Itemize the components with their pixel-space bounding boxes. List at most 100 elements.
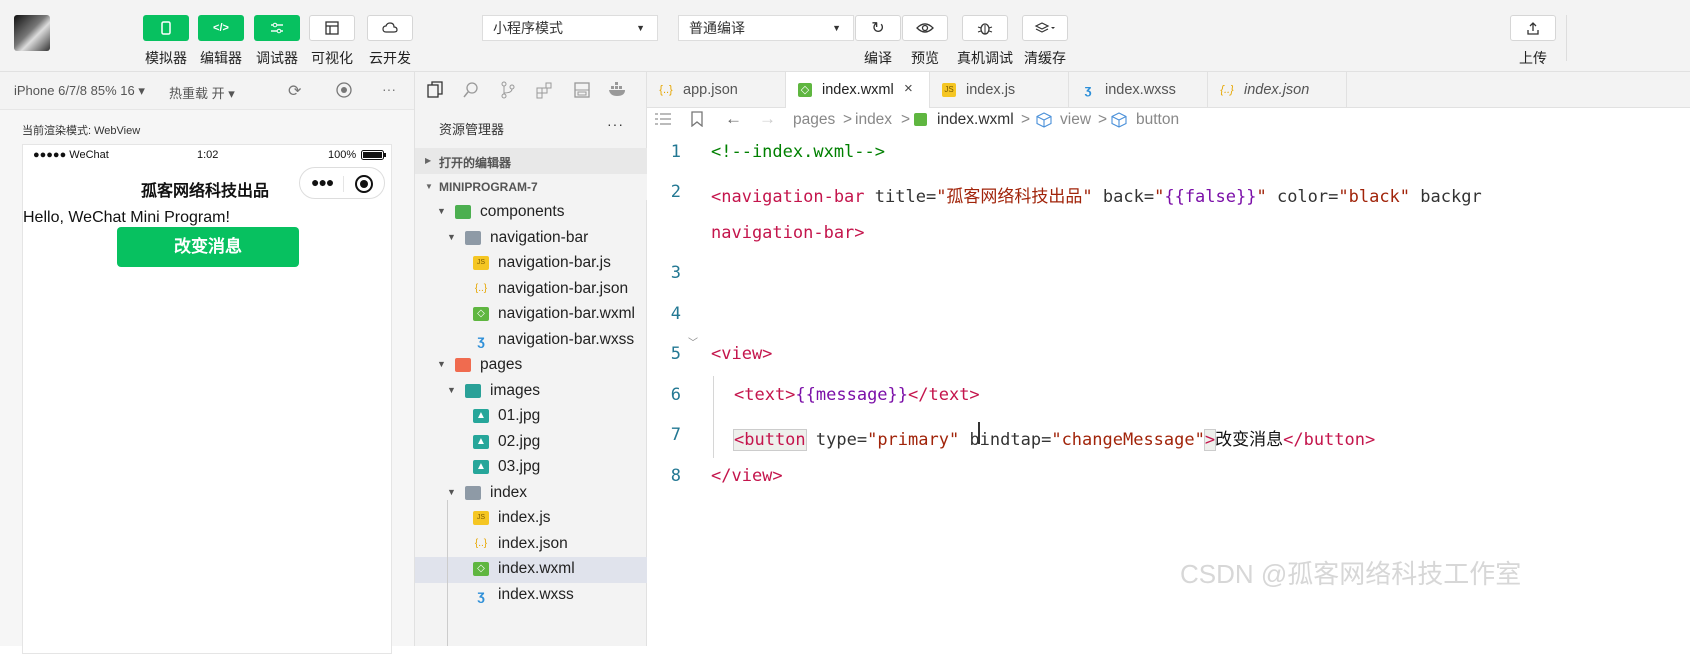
attr-token: type= <box>805 430 868 450</box>
phone-status-bar: ●●●●● WeChat 1:02 100% <box>23 145 393 165</box>
crumb-button[interactable]: button <box>1136 111 1179 129</box>
wechat-capsule[interactable]: ●●● <box>299 167 385 199</box>
explorer-panel: 资源管理器 ··· ▶ 打开的编辑器 ▼ MINIPROGRAM-7 ▼ comp… <box>414 72 648 646</box>
remote-debug-button[interactable]: 真机调试 <box>957 15 1013 68</box>
tab-index-js[interactable]: JS index.js <box>930 72 1069 108</box>
hot-reload-select[interactable]: 热重载 开 ▾ <box>169 83 235 102</box>
code-line-7: <button type="primary" bindtap="changeMe… <box>733 425 1375 451</box>
search-icon[interactable] <box>461 81 481 101</box>
chevron-down-icon[interactable]: ▼ <box>437 359 446 369</box>
user-avatar[interactable] <box>14 15 50 51</box>
tab-app-json[interactable]: {..} app.json <box>647 72 786 108</box>
cloud-icon <box>367 15 413 41</box>
layout-icon <box>309 15 355 41</box>
open-editors-label: 打开的编辑器 <box>439 156 512 170</box>
rotate-icon[interactable]: ⟳ <box>288 81 301 101</box>
phone-screen: ●●●●● WeChat 1:02 100% 孤客网络科技出品 ●●● Hell… <box>22 144 392 654</box>
folder-icon <box>455 358 471 372</box>
tree-file[interactable]: {..} navigation-bar.json <box>415 277 648 303</box>
chevron-down-icon[interactable]: ▼ <box>437 206 446 216</box>
code-icon: </> <box>198 15 244 41</box>
tree-item-label: index <box>490 483 528 501</box>
tree-file[interactable]: ▲ 03.jpg <box>415 455 648 481</box>
upload-button[interactable]: 上传 <box>1509 15 1557 68</box>
tab-index-json[interactable]: {..} index.json <box>1208 72 1347 108</box>
tree-item-label: navigation-bar.js <box>498 254 611 271</box>
nav-bar-title: 孤客网络科技出品 <box>141 183 270 200</box>
chevron-down-icon[interactable]: ▼ <box>447 487 456 497</box>
tag-token: > <box>1203 429 1217 451</box>
tree-file[interactable]: {..} index.json <box>415 532 648 558</box>
tree-folder[interactable]: ▼ components <box>415 200 648 226</box>
simulator-more-button[interactable]: ··· <box>382 81 396 97</box>
list-icon[interactable] <box>655 112 671 131</box>
debugger-toggle-button[interactable]: 调试器 <box>253 15 301 68</box>
editor-tabs: {..} app.json ◇ index.wxml × JS index.js… <box>647 72 1690 108</box>
tree-item-label: navigation-bar <box>490 228 589 246</box>
folder-icon <box>465 383 481 398</box>
close-tab-icon[interactable]: × <box>904 80 913 97</box>
code-line-8: </view> <box>711 466 783 486</box>
tree-file[interactable]: ʒ index.wxss <box>415 583 648 609</box>
forward-arrow-icon[interactable]: → <box>759 109 776 129</box>
signal-text: ●●●●● WeChat <box>33 149 109 161</box>
tree-file[interactable]: ʒ navigation-bar.wxss <box>415 328 648 354</box>
crumb-file[interactable]: index.wxml <box>937 111 1014 129</box>
more-dots-icon[interactable]: ●●● <box>311 174 334 190</box>
crumb-sep: > <box>1098 111 1108 128</box>
tag-token: <button <box>733 429 807 451</box>
crumb-view[interactable]: view <box>1060 111 1091 129</box>
tree-folder[interactable]: ▼ index <box>415 481 648 507</box>
tab-index-wxml[interactable]: ◇ index.wxml × <box>786 72 930 108</box>
tab-index-wxss[interactable]: ʒ index.wxss <box>1069 72 1208 108</box>
attr-token: bindtap= <box>959 430 1052 450</box>
chevron-down-icon[interactable]: ▼ <box>447 385 456 395</box>
tree-file[interactable]: ▲ 01.jpg <box>415 404 648 430</box>
change-message-button[interactable]: 改变消息 <box>117 227 299 267</box>
device-select[interactable]: iPhone 6/7/8 85% 16 ▾ <box>14 83 145 99</box>
storage-icon[interactable] <box>572 81 592 101</box>
code-line-2: <navigation-bar title="孤客网络科技出品" back="{… <box>711 182 1482 207</box>
docker-icon[interactable] <box>608 81 628 101</box>
tree-folder[interactable]: ▼ pages <box>415 353 648 379</box>
fold-chevron-icon[interactable]: ﹀ <box>688 334 698 349</box>
tree-file[interactable]: ◇ index.wxml <box>415 557 648 583</box>
visual-toggle-button[interactable]: 可视化 <box>308 15 356 68</box>
back-arrow-icon[interactable]: ← <box>725 109 742 129</box>
code-line-6: <text>{{message}}</text> <box>734 385 980 405</box>
image-file-icon: ▲ <box>473 434 489 449</box>
editor-toggle-button[interactable]: </> 编辑器 <box>197 15 245 68</box>
crumb-pages[interactable]: pages <box>793 111 835 129</box>
chevron-down-icon[interactable]: ▼ <box>447 232 456 242</box>
line-number: 6 <box>670 385 681 405</box>
tree-folder[interactable]: ▼ navigation-bar <box>415 226 648 252</box>
tree-file[interactable]: ▲ 02.jpg <box>415 430 648 456</box>
tree-folder[interactable]: ▼ images <box>415 379 648 405</box>
mode-select[interactable]: 小程序模式 ▼ <box>482 15 658 41</box>
tree-file[interactable]: JS navigation-bar.js <box>415 251 648 277</box>
project-label: MINIPROGRAM-7 <box>439 180 538 194</box>
files-icon[interactable] <box>425 81 445 101</box>
cloud-dev-button[interactable]: 云开发 <box>366 15 414 68</box>
preview-button[interactable]: 预览 <box>901 15 949 68</box>
image-file-icon: ▲ <box>473 460 489 474</box>
text-token: 改变消息 <box>1215 430 1284 450</box>
tag-token: </view> <box>711 466 783 486</box>
crumb-index[interactable]: index <box>855 111 892 129</box>
tree-file[interactable]: ◇ navigation-bar.wxml <box>415 302 648 328</box>
bookmark-icon[interactable] <box>691 111 703 132</box>
tree-file[interactable]: JS index.js <box>415 506 648 532</box>
explorer-more-button[interactable]: ··· <box>607 116 624 132</box>
stop-icon[interactable] <box>336 82 352 101</box>
project-section[interactable]: ▼ MINIPROGRAM-7 <box>415 174 648 200</box>
close-capsule-icon[interactable] <box>355 175 373 193</box>
tab-label: index.wxml <box>822 82 894 98</box>
clear-cache-button[interactable]: 清缓存 <box>1021 15 1069 68</box>
git-icon[interactable] <box>498 81 518 101</box>
string-token: "{{false}}" <box>1154 187 1267 207</box>
compile-select[interactable]: 普通编译 ▼ <box>678 15 854 41</box>
simulator-toggle-button[interactable]: 模拟器 <box>142 15 190 68</box>
open-editors-section[interactable]: ▶ 打开的编辑器 <box>415 148 648 174</box>
code-editor[interactable]: 1 2 3 4 5 6 7 8 ﹀ <!--index.wxml--> <nav… <box>647 134 1690 646</box>
extensions-icon[interactable] <box>534 81 554 101</box>
